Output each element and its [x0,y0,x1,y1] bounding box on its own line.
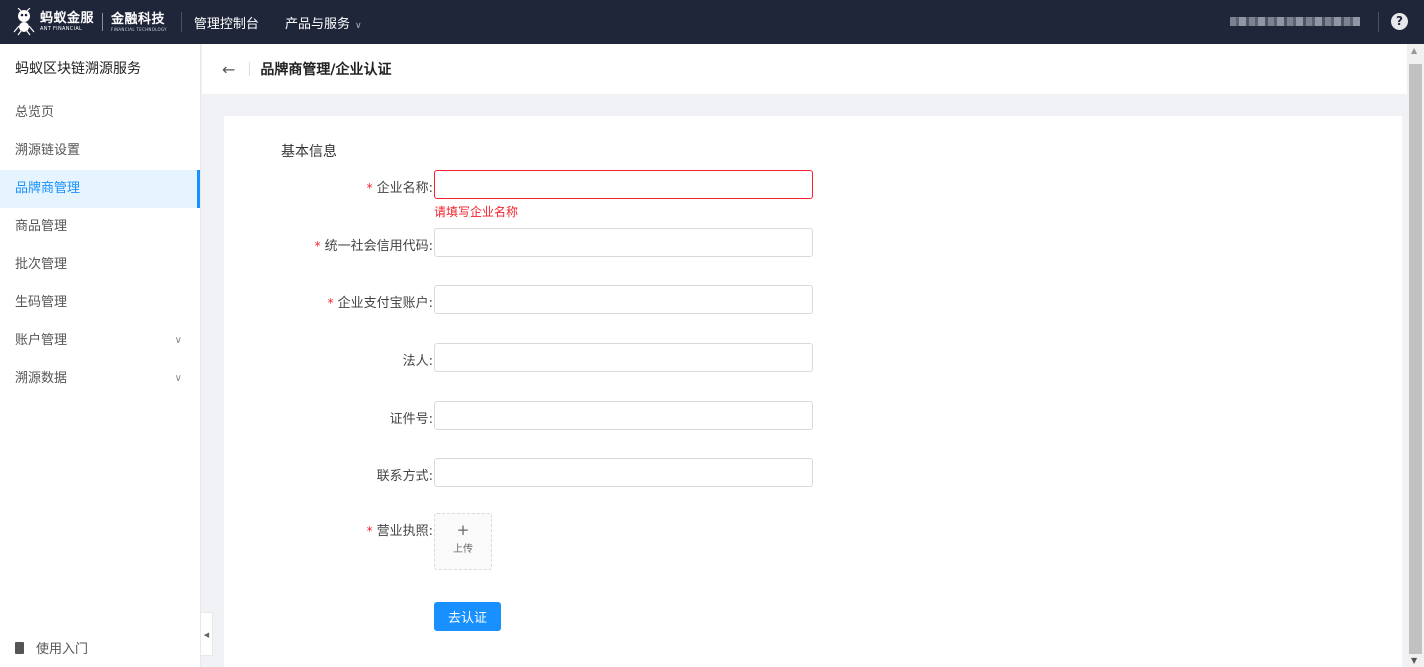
sidebar-item-code-management[interactable]: 生码管理 [0,284,200,322]
plus-icon: + [456,521,470,539]
book-icon [15,641,24,654]
form-row-alipay-account: * 企业支付宝账户: [224,285,824,315]
license-upload-button[interactable]: + 上传 [434,513,492,570]
chevron-down-icon: ∨ [354,20,362,31]
sidebar-item-label: 溯源数据 [15,371,68,386]
contact-input[interactable] [434,458,813,487]
ant-logo-icon [13,8,35,36]
legal-person-input[interactable] [434,343,813,372]
contact-label: 联系方式: [376,469,433,484]
sidebar-collapse-handle[interactable]: ◀ [201,612,213,656]
sidebar-item-chain-settings[interactable]: 溯源链设置 [0,132,200,170]
header-divider [249,62,251,76]
page-scrollbar[interactable]: ▲ ▼ [1407,44,1424,667]
form-row-business-license: * 营业执照: + 上传 [224,513,824,573]
alipay-account-label: * 企业支付宝账户: [327,296,433,311]
form-row-id-number: 证件号: [224,401,824,431]
topbar-divider-right [1378,12,1379,32]
user-account-blurred[interactable] [1230,17,1360,26]
nav-console[interactable]: 管理控制台 [194,13,259,32]
chevron-down-icon: ∨ [174,373,182,384]
sidebar-item-overview[interactable]: 总览页 [0,94,200,132]
logo-divider [102,13,104,31]
scroll-thumb[interactable] [1409,64,1422,654]
company-name-label: * 企业名称: [366,181,433,196]
getting-started-label: 使用入门 [36,642,89,657]
company-name-input[interactable] [434,170,813,199]
getting-started-link[interactable]: 使用入门 [15,638,88,657]
chevron-down-icon: ∨ [174,335,182,346]
form-row-contact: 联系方式: [224,458,824,488]
help-icon[interactable]: ? [1391,13,1408,30]
ant-financial-logo[interactable]: 蚂蚁金服 ANT FINANCIAL 金融科技 FINANCIAL TECHNO… [0,0,167,44]
form-row-legal-person: 法人: [224,343,824,373]
id-number-input[interactable] [434,401,813,430]
sidebar-item-trace-data[interactable]: 溯源数据 ∨ [0,360,200,398]
form-row-company-name: * 企业名称: 请填写企业名称 [224,170,824,219]
sidebar-item-brand-management[interactable]: 品牌商管理 [0,170,200,208]
scroll-down-icon[interactable]: ▼ [1411,656,1417,665]
fintech-text-en: FINANCIAL TECHNOLOGY [111,26,167,32]
nav-products-services[interactable]: 产品与服务 ∨ [285,13,362,32]
upload-label: 上传 [453,544,473,555]
form-row-credit-code: * 统一社会信用代码: [224,228,824,258]
required-mark: * [314,239,321,253]
submit-verification-button[interactable]: 去认证 [434,602,501,631]
id-number-label: 证件号: [389,412,433,427]
required-mark: * [327,296,334,310]
sidebar-item-batch-management[interactable]: 批次管理 [0,246,200,284]
credit-code-input[interactable] [434,228,813,257]
required-mark: * [366,524,373,538]
sidebar-item-account-management[interactable]: 账户管理 ∨ [0,322,200,360]
required-mark: * [366,181,373,195]
page-title: 品牌商管理/企业认证 [260,62,392,78]
topbar-divider [180,12,182,32]
company-name-error: 请填写企业名称 [434,205,519,219]
sidebar-item-product-management[interactable]: 商品管理 [0,208,200,246]
legal-person-label: 法人: [402,354,433,369]
page-header: ← 品牌商管理/企业认证 [202,44,1407,94]
section-title: 基本信息 [281,144,337,160]
fintech-text-cn: 金融科技 [111,11,166,27]
business-license-label: * 营业执照: [366,524,433,539]
scroll-up-icon[interactable]: ▲ [1411,46,1417,55]
sidebar-title: 蚂蚁区块链溯源服务 [15,61,141,77]
form-card: 基本信息 * 企业名称: 请填写企业名称 * 统一社会信用代码: * 企业支付宝账户:… [224,116,1402,667]
alipay-account-input[interactable] [434,285,813,314]
sidebar: 蚂蚁区块链溯源服务 总览页 溯源链设置 品牌商管理 商品管理 批次管理 生码管理… [0,44,201,667]
nav-products-label: 产品与服务 [284,16,350,32]
logo-text-cn: 蚂蚁金服 [40,11,95,26]
credit-code-label: * 统一社会信用代码: [314,239,433,254]
back-arrow-icon[interactable]: ← [222,60,235,79]
sidebar-item-label: 账户管理 [15,333,68,348]
logo-text-en: ANT FINANCIAL [40,26,83,32]
top-bar: 蚂蚁金服 ANT FINANCIAL 金融科技 FINANCIAL TECHNO… [0,0,1424,44]
